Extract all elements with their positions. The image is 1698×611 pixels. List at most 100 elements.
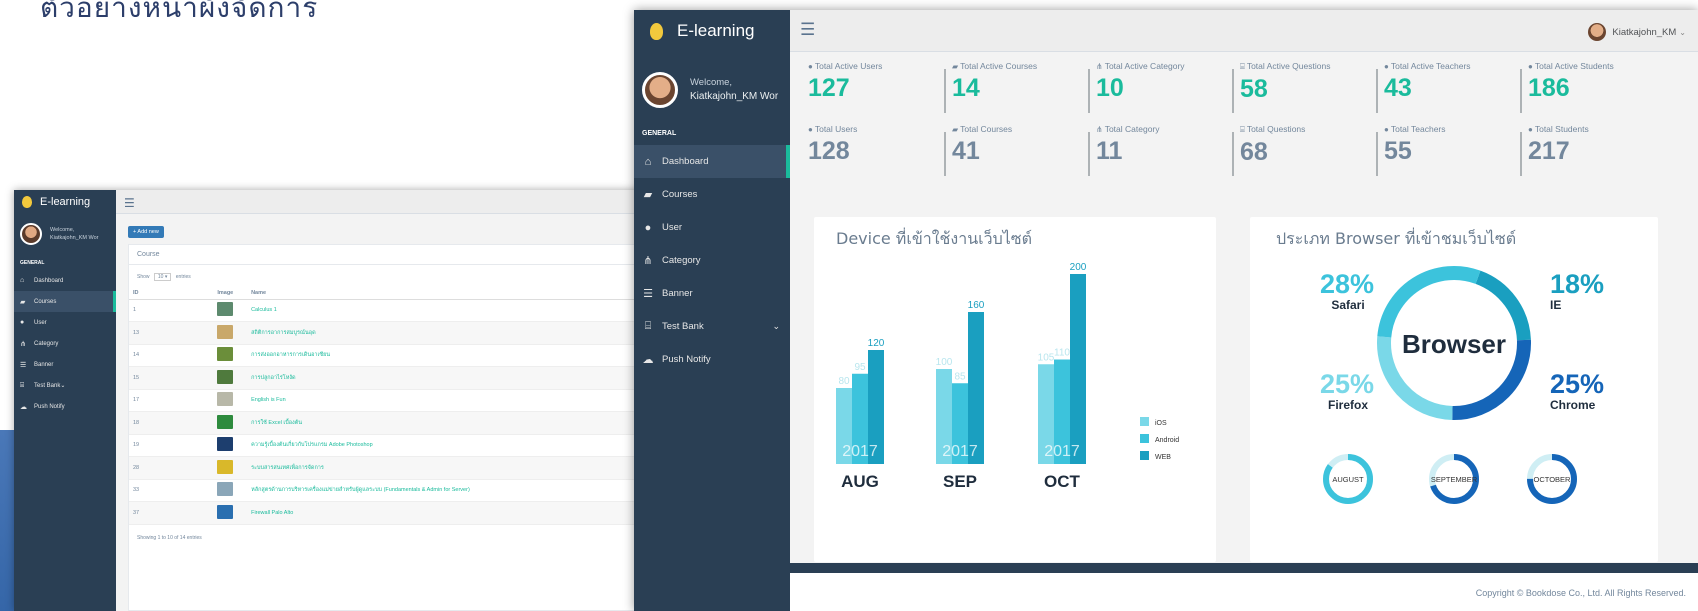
stat-divider <box>1232 132 1234 176</box>
sidebar-item-test-bank[interactable]: ⌸ Test Bank ⌄ <box>14 375 116 396</box>
stats-tiles: ● Total Active Users 127 ▰ Total Active Cour… <box>790 52 1698 190</box>
course-thumbnail[interactable] <box>217 459 234 474</box>
avatar[interactable] <box>20 223 42 245</box>
bank-icon: ⌸ <box>644 320 652 332</box>
course-thumbnail[interactable] <box>217 504 234 519</box>
course-list-window: E-learning Welcome, Kiatkajohn_KM Wor GE… <box>14 190 694 611</box>
bank-icon: ⌸ <box>1240 62 1245 71</box>
table-info: Showing 1 to 10 of 14 entries <box>137 534 202 541</box>
avatar[interactable] <box>642 72 678 108</box>
welcome-label: Welcome, <box>50 227 75 233</box>
menu-toggle-icon[interactable]: ☰ <box>800 20 815 40</box>
course-name-link[interactable]: การใช้ Excel เบื้องต้น <box>247 411 645 435</box>
main-content: + Add new Course Show 10 ▾ entries ID Ima… <box>120 214 694 611</box>
table-row[interactable]: 14การส่งออกอาหารการเดินอาเซียนWeek Base <box>129 344 693 367</box>
donut-slice-safari <box>1377 266 1481 338</box>
sidebar-item-label: Push Notify <box>662 354 711 365</box>
course-thumbnail[interactable] <box>217 392 234 407</box>
brand[interactable]: E-learning <box>634 10 790 52</box>
sidebar-item-test-bank[interactable]: ⌸ Test Bank ⌄ <box>634 310 790 343</box>
stat-label-text: Total Active Teachers <box>1390 61 1471 71</box>
course-name-link[interactable]: ระบบสารสนเทศเพื่อการจัดการ <box>247 456 645 480</box>
course-name-link[interactable]: หลักสูตรด้านการบริหารเครื่องแม่ข่ายสำหรั… <box>247 479 645 502</box>
course-table: IDImageNameContent Ba 1Calculus 1Chapter… <box>129 287 693 525</box>
stat-label-text: Total Active Students <box>1534 61 1614 71</box>
course-name-link[interactable]: ความรู้เบื้องต้นเกี่ยวกับโปรแกรม Adobe P… <box>247 434 645 457</box>
month-ring-label: SEPTEMBER <box>1431 475 1478 484</box>
profile: Welcome, Kiatkajohn_KM Wor <box>634 62 790 118</box>
course-image-cell <box>213 321 248 345</box>
stat-label-text: Total Category <box>1104 124 1160 134</box>
table-row[interactable]: 1Calculus 1Chapter Ba <box>129 299 693 322</box>
course-name-link[interactable]: Firewall Palo Alto <box>247 501 645 525</box>
bar-value-label: 80 <box>838 376 850 387</box>
user-name: Kiatkajohn_KM Wor <box>50 235 99 241</box>
stat-label-text: Total Active Category <box>1104 61 1185 71</box>
table-row[interactable]: 37Firewall Palo AltoChapter Ba <box>129 501 693 525</box>
sidebar-item-banner[interactable]: ☰ Banner <box>634 277 790 310</box>
user-menu[interactable]: Kiatkajohn_KM ⌄ <box>1588 23 1686 41</box>
sidebar-item-category[interactable]: ⋔ Category <box>634 244 790 277</box>
brand[interactable]: E-learning <box>14 190 116 214</box>
stat-value: 10 <box>1096 74 1124 102</box>
table-row[interactable]: 15การปลูกอาไร่โหงัดWeek Base <box>129 366 693 390</box>
course-name-link[interactable]: สถิติการอาการสมบูรณ์นอุด <box>247 321 645 345</box>
user-icon: ● <box>1384 125 1389 134</box>
table-row[interactable]: 33 หลักสูตรด้านการบริหารเครื่องแม่ข่ายสำห… <box>129 479 693 502</box>
course-thumbnail[interactable] <box>217 437 234 452</box>
sidebar-item-push-notify[interactable]: ☁ Push Notify <box>14 396 116 417</box>
table-row[interactable]: 28ระบบสารสนเทศเพื่อการจัดการChapter Ba <box>129 456 693 480</box>
stat-divider <box>1376 132 1378 176</box>
column-header[interactable]: Image <box>213 287 248 300</box>
sidebar-item-user[interactable]: ● User <box>634 211 790 244</box>
sidebar-item-banner[interactable]: ☰ Banner <box>14 354 116 375</box>
entries-select[interactable]: 10 ▾ <box>153 273 172 281</box>
stat-divider <box>944 132 946 176</box>
course-thumbnail[interactable] <box>217 302 234 317</box>
course-thumbnail[interactable] <box>217 369 234 384</box>
column-header[interactable]: Name <box>247 287 645 300</box>
course-name-link[interactable]: การส่งออกอาหารการเดินอาเซียน <box>247 344 645 367</box>
menu-section-title: GENERAL <box>20 260 45 266</box>
table-row[interactable]: 17English is FunWeek Base <box>129 389 693 412</box>
bar-value-label: 120 <box>868 338 885 349</box>
page-caption: ตัวอย่างหน้าผังจัดการ <box>40 0 319 24</box>
table-row[interactable]: 19 ความรู้เบื้องต้นเกี่ยวกับโปรแกรม Adobe… <box>129 434 693 457</box>
add-new-button[interactable]: + Add new <box>128 226 164 238</box>
sidebar-item-courses[interactable]: ▰ Courses <box>634 178 790 211</box>
sidebar-item-label: Category <box>34 340 59 347</box>
sidebar: E-learning Welcome, Kiatkajohn_KM Wor GE… <box>634 10 790 611</box>
table-row[interactable]: 18การใช้ Excel เบื้องต้นWeek Base <box>129 411 693 435</box>
sidebar-item-courses[interactable]: ▰ Courses <box>14 291 116 312</box>
stat-value: 217 <box>1528 137 1570 165</box>
legend-entry: Android <box>1155 437 1179 444</box>
course-thumbnail[interactable] <box>217 414 234 429</box>
stat-label: ▰ Total Active Courses <box>952 61 1102 71</box>
course-thumbnail[interactable] <box>217 482 234 497</box>
course-name-link[interactable]: English is Fun <box>247 389 645 412</box>
course-thumbnail[interactable] <box>217 324 234 339</box>
bar-value-label: 100 <box>936 357 953 368</box>
sidebar-item-label: User <box>662 222 683 233</box>
stat-label: ▰ Total Courses <box>952 124 1102 134</box>
sidebar-item-label: Dashboard <box>34 277 64 284</box>
menu-toggle-icon[interactable]: ☰ <box>124 196 135 210</box>
stat-divider <box>1520 132 1522 176</box>
sidebar-item-push-notify[interactable]: ☁ Push Notify <box>634 343 790 376</box>
course-name-link[interactable]: การปลูกอาไร่โหงัด <box>247 366 645 390</box>
course-thumbnail[interactable] <box>217 347 234 362</box>
profile: Welcome, Kiatkajohn_KM Wor <box>14 214 116 254</box>
bar-year-label: 2017 <box>842 443 878 460</box>
user-menu-name: Kiatkajohn_KM <box>1612 26 1677 38</box>
book-icon: ▰ <box>20 298 26 306</box>
book-icon: ▰ <box>952 62 959 71</box>
sidebar-item-user[interactable]: ● User <box>14 312 116 333</box>
sidebar-item-category[interactable]: ⋔ Category <box>14 333 116 354</box>
table-row[interactable]: 13สถิติการอาการสมบูรณ์นอุดChapter Ba <box>129 321 693 345</box>
column-header[interactable]: ID <box>129 287 214 300</box>
sidebar-item-dashboard[interactable]: ⌂ Dashboard <box>14 270 116 291</box>
sidebar-item-dashboard[interactable]: ⌂ Dashboard <box>634 145 790 178</box>
legend-swatch <box>1140 434 1149 443</box>
course-name-link[interactable]: Calculus 1 <box>247 299 645 322</box>
cloud-upload-icon: ☁ <box>20 403 27 411</box>
